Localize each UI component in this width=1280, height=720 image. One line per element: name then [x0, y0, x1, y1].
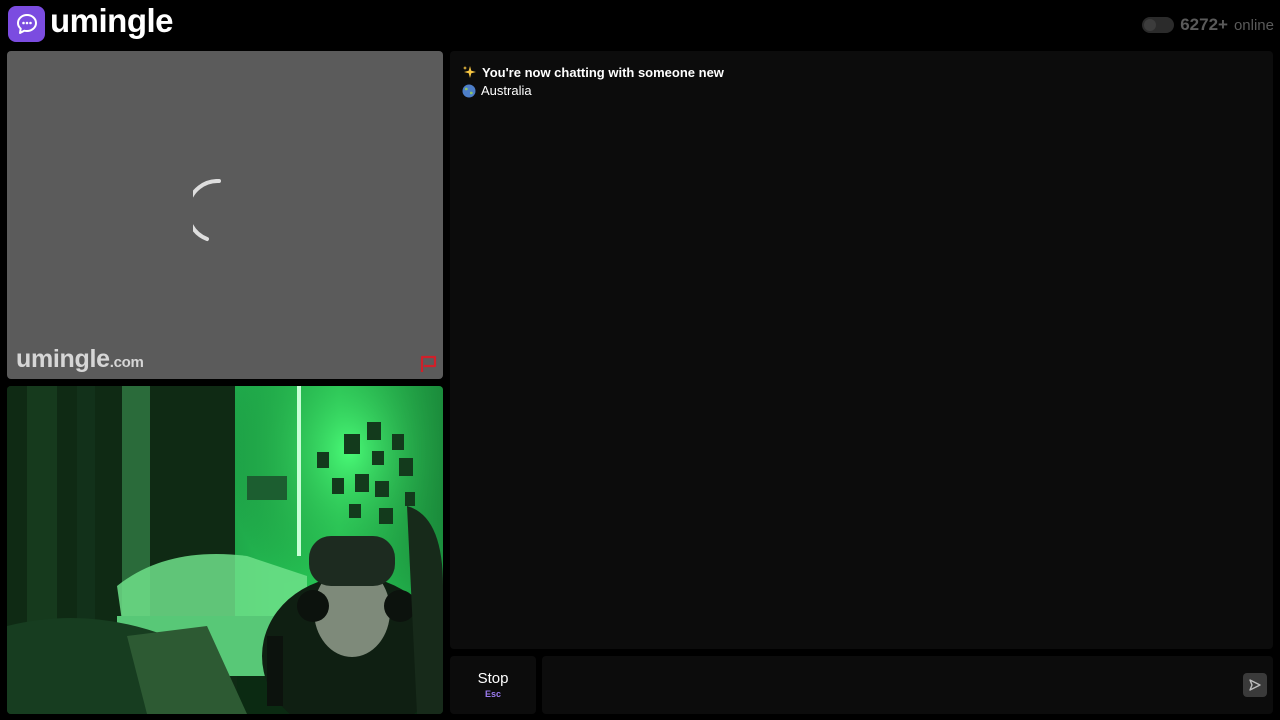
watermark: umingle.com	[16, 345, 144, 374]
stop-label: Stop	[477, 670, 509, 687]
system-message-text: You're now chatting with someone new	[482, 65, 724, 80]
header: umingle 6272+ online	[0, 0, 1280, 50]
system-message: You're now chatting with someone new	[462, 65, 724, 80]
country-text: Australia	[481, 83, 532, 98]
local-video	[7, 386, 443, 714]
remote-video: umingle.com	[7, 51, 443, 379]
logo-text[interactable]: umingle	[50, 2, 174, 40]
online-count: 6272+	[1180, 15, 1228, 34]
globe-icon	[462, 84, 476, 97]
webcam-feed	[7, 386, 443, 714]
country-line: Australia	[462, 83, 532, 98]
spinner-icon	[193, 179, 221, 241]
report-flag-icon[interactable]	[419, 355, 439, 373]
watermark-domain: .com	[109, 354, 144, 371]
online-toggle[interactable]	[1142, 17, 1175, 33]
stop-shortcut: Esc	[484, 689, 501, 699]
message-input[interactable]	[552, 664, 1236, 708]
watermark-name: umingle	[16, 345, 110, 373]
online-indicator: 6272+ online	[1142, 14, 1274, 36]
stop-button[interactable]: Stop Esc	[450, 656, 536, 714]
chat-bubble-icon[interactable]	[8, 6, 45, 42]
sparkles-icon	[463, 66, 476, 78]
online-label: online	[1233, 16, 1274, 34]
message-box	[542, 656, 1273, 714]
send-icon[interactable]	[1243, 673, 1267, 697]
chat-panel: You're now chatting with someone new Aus…	[450, 51, 1273, 649]
